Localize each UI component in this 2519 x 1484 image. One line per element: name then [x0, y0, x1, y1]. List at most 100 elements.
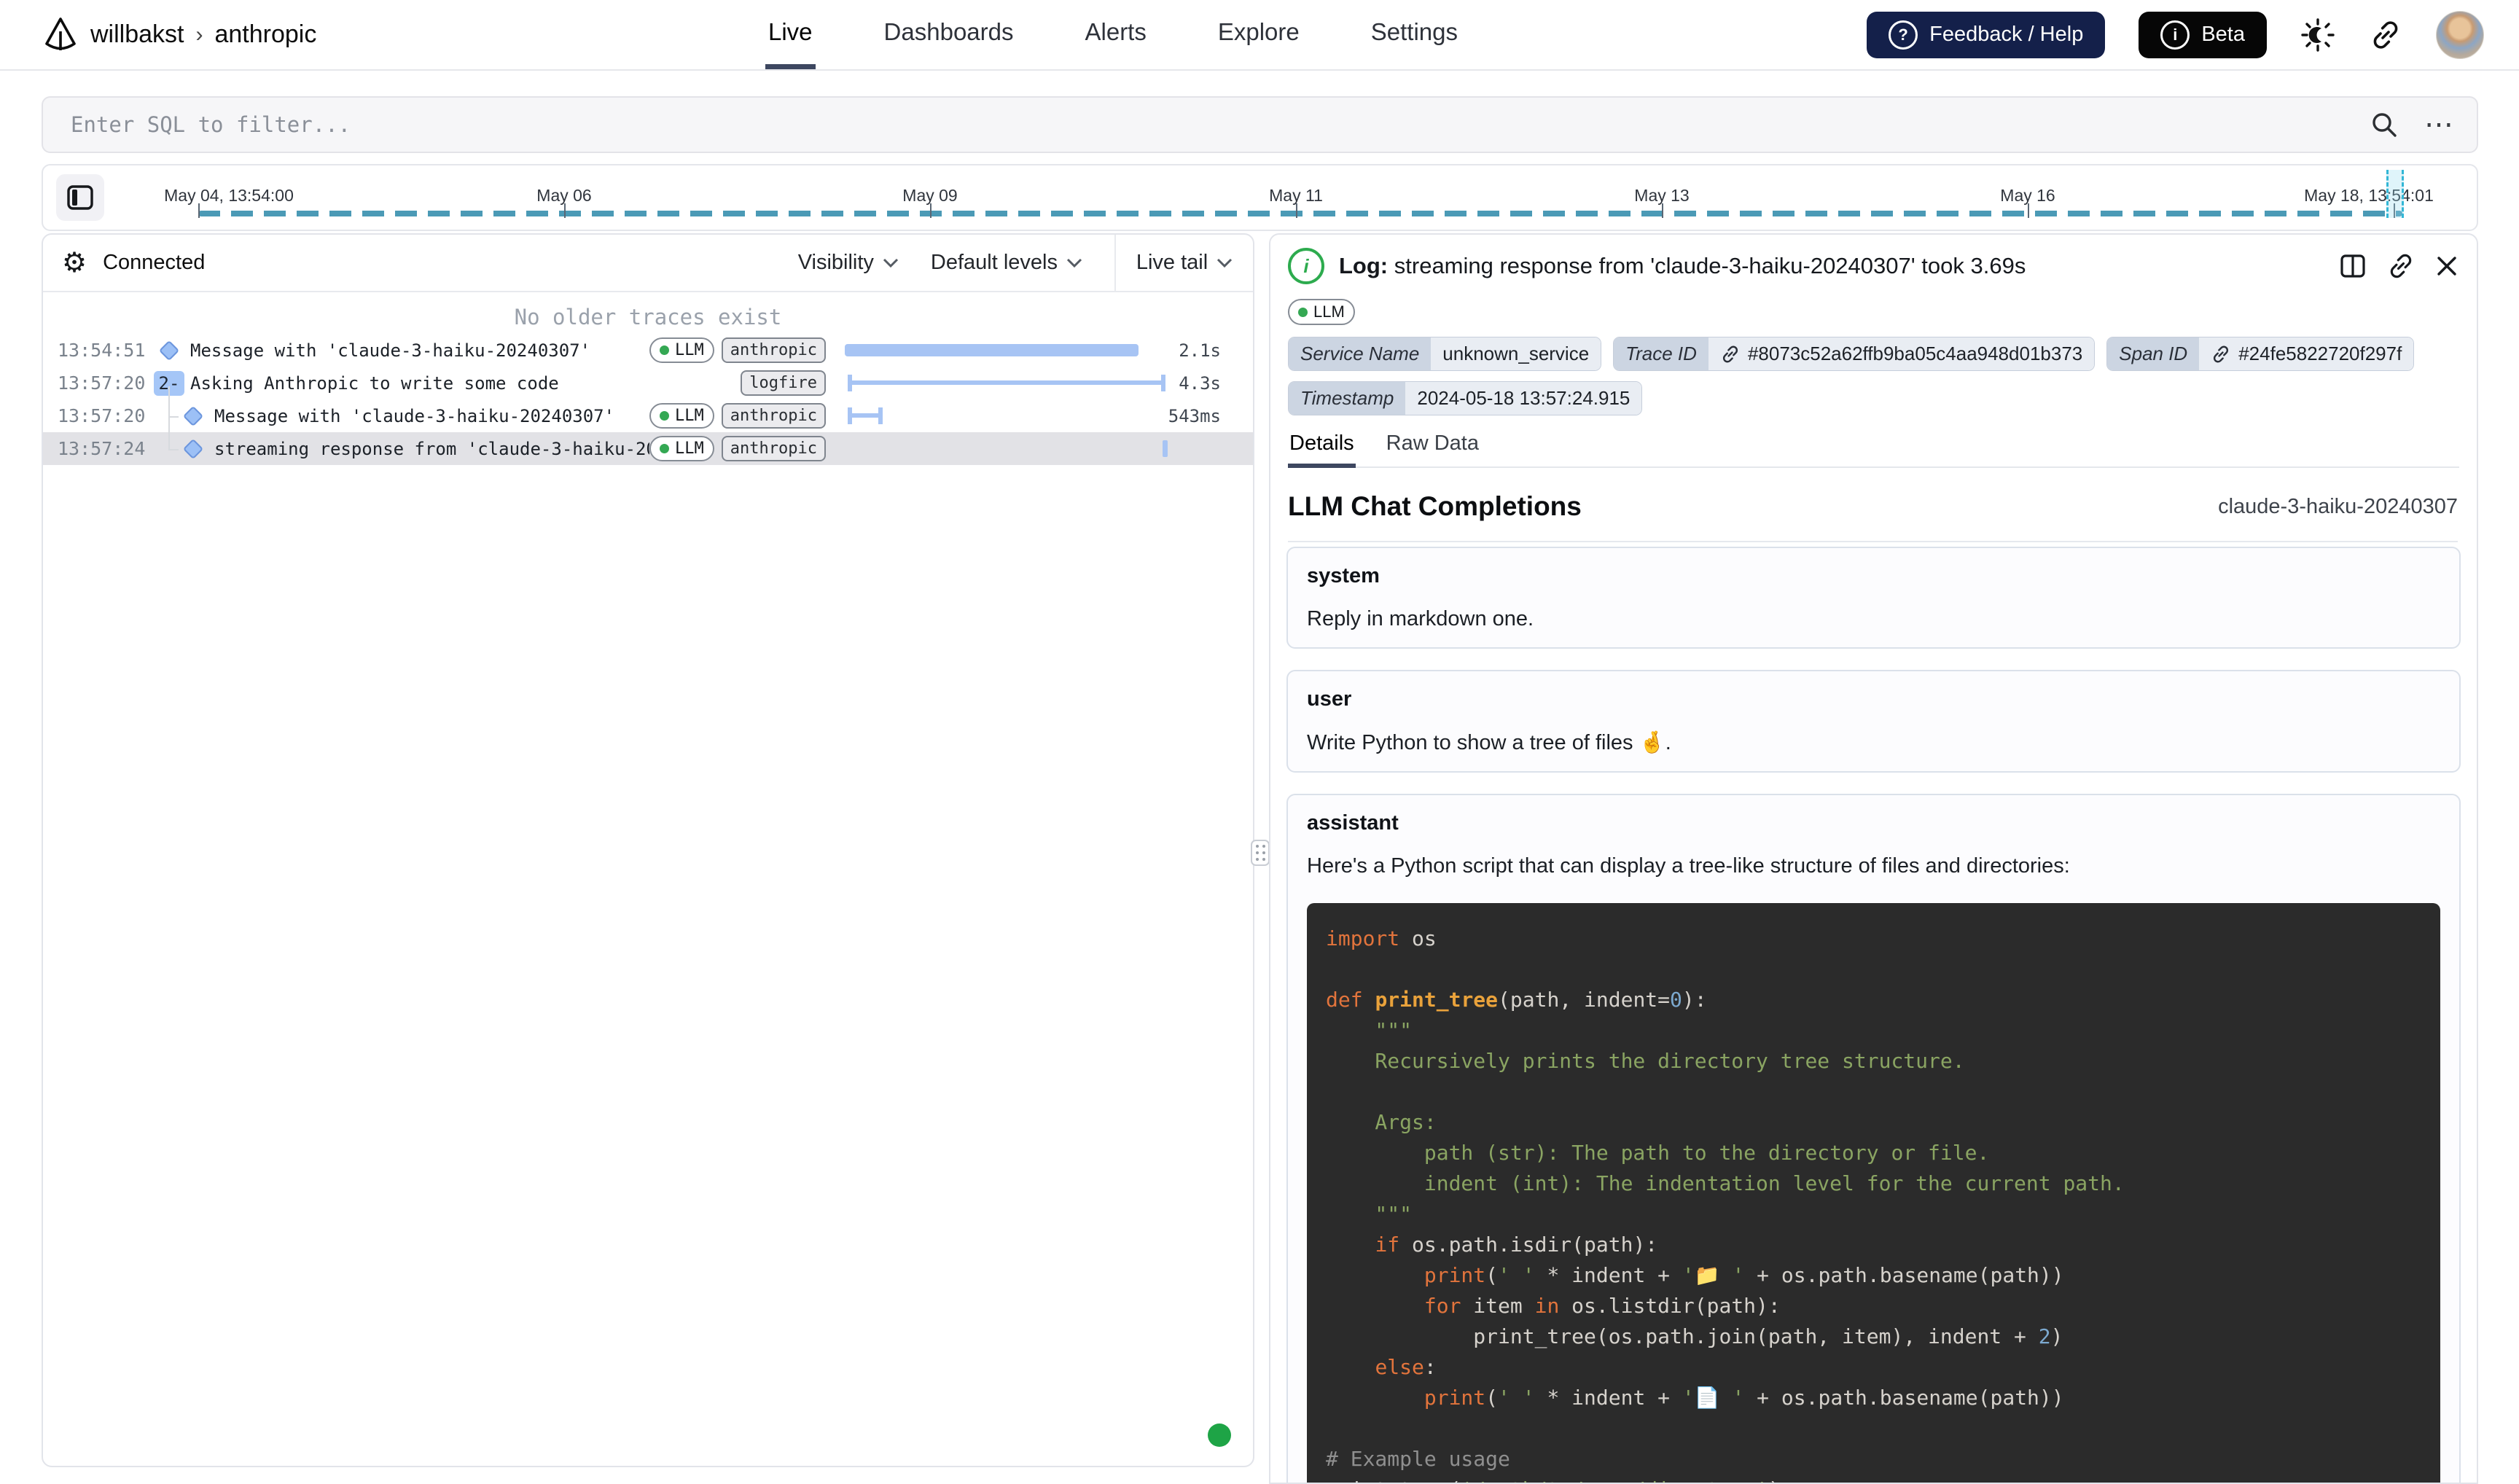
tab-explore[interactable]: Explore [1215, 0, 1303, 69]
sql-filter-placeholder: Enter SQL to filter... [71, 112, 351, 137]
timeline-tick [930, 203, 932, 218]
question-icon: ? [1889, 20, 1918, 50]
trace-row[interactable]: 13:57:24streaming response from 'claude-… [43, 432, 1253, 465]
tag-badge-anthropic: anthropic [722, 337, 826, 363]
attribute-pill-service-name: Service Nameunknown_service [1288, 337, 1601, 371]
search-icon[interactable] [2369, 109, 2399, 140]
timeline-track[interactable]: May 04, 13:54:00May 06May 09May 11May 13… [43, 165, 2477, 230]
code-line: Recursively prints the directory tree st… [1326, 1046, 2421, 1077]
code-line: print(' ' * indent + '📄 ' + os.path.base… [1326, 1383, 2421, 1413]
timeline-card: May 04, 13:54:00May 06May 09May 11May 13… [42, 164, 2478, 231]
tab-alerts[interactable]: Alerts [1082, 0, 1149, 69]
more-options-icon[interactable]: ⋯ [2424, 117, 2455, 132]
trace-duration: 543ms [1168, 399, 1221, 432]
message-content: Write Python to show a tree of files 🤞. [1307, 730, 2440, 755]
trace-tree-stub [168, 449, 179, 450]
trace-row[interactable]: 13:57:202-Asking Anthropic to write some… [43, 367, 1253, 399]
default-levels-dropdown[interactable]: Default levels [931, 251, 1082, 275]
timeline-tick [564, 203, 566, 218]
close-icon[interactable] [2434, 254, 2459, 278]
trace-time: 13:57:20 [58, 405, 152, 426]
code-line: Args: [1326, 1107, 2421, 1138]
reader-view-icon[interactable] [2338, 251, 2367, 281]
panel-resize-handle[interactable] [1251, 840, 1270, 866]
code-line: def print_tree(path, indent=0): [1326, 985, 2421, 1015]
green-dot-icon [660, 444, 669, 453]
attribute-value[interactable]: #24fe5822720f297f [2199, 337, 2413, 370]
visibility-dropdown[interactable]: Visibility [798, 251, 899, 275]
code-line: indent (int): The indentation level for … [1326, 1168, 2421, 1199]
llm-tag-badge: LLM [649, 337, 714, 363]
trace-duration: 2.1s [1179, 334, 1221, 367]
tab-live[interactable]: Live [765, 0, 816, 69]
trace-time: 13:57:20 [58, 372, 152, 394]
log-header: i Log: streaming response from 'claude-3… [1288, 248, 2459, 284]
message-content: Reply in markdown one. [1307, 607, 2440, 631]
trace-row[interactable]: 13:54:51 Message with 'claude-3-haiku-202… [43, 334, 1253, 367]
span-diamond-icon [183, 405, 203, 426]
log-title: Log: streaming response from 'claude-3-h… [1339, 253, 2026, 279]
beta-button[interactable]: i Beta [2139, 12, 2267, 58]
feedback-help-button[interactable]: ? Feedback / Help [1867, 12, 2105, 58]
log-level-info-icon: i [1288, 248, 1324, 284]
attribute-label: Timestamp [1289, 382, 1405, 415]
trace-list-panel: ⚙ Connected Visibility Default levels Li… [42, 233, 1254, 1467]
attribute-value[interactable]: #8073c52a62ffb9ba05c4aa948d01b373 [1708, 337, 2094, 370]
detail-tab-raw-data[interactable]: Raw Data [1385, 431, 1480, 468]
trace-title: Message with 'claude-3-haiku-20240307' [190, 340, 700, 361]
tag-badge-anthropic: anthropic [722, 436, 826, 461]
green-dot-icon [660, 345, 669, 355]
trace-row[interactable]: 13:57:20 Message with 'claude-3-haiku-202… [43, 399, 1253, 432]
attribute-value: 2024-05-18 13:57:24.915 [1405, 382, 1641, 415]
code-line: if os.path.isdir(path): [1326, 1230, 2421, 1260]
code-line: """ [1326, 1199, 2421, 1230]
timeline-tick [1296, 203, 1297, 218]
breadcrumb-project[interactable]: anthropic [214, 20, 316, 49]
timeline-label: May 06 [536, 186, 591, 206]
timeline-selection[interactable] [2386, 170, 2404, 218]
detail-tab-details[interactable]: Details [1288, 431, 1356, 468]
breadcrumb-org[interactable]: willbakst [90, 20, 184, 49]
timeline-tick [1662, 203, 1663, 218]
attribute-pill-timestamp: Timestamp2024-05-18 13:57:24.915 [1288, 381, 1642, 415]
gear-icon[interactable]: ⚙ [62, 249, 87, 277]
attribute-label: Span ID [2107, 337, 2199, 370]
trace-duration-bar-zone [845, 367, 1171, 399]
code-line [1326, 1413, 2421, 1444]
duration-tick [1163, 440, 1168, 457]
duration-span-bar [848, 375, 1165, 391]
tab-dashboards[interactable]: Dashboards [881, 0, 1017, 69]
chat-message-assistant: assistant Here's a Python script that can… [1286, 794, 2461, 1484]
code-line [1326, 954, 2421, 985]
log-attributes: Service Nameunknown_serviceTrace ID#8073… [1288, 337, 2459, 415]
live-tail-dropdown[interactable]: Live tail [1136, 251, 1233, 275]
feedback-help-label: Feedback / Help [1929, 23, 2083, 47]
theme-toggle-icon[interactable] [2300, 17, 2335, 52]
message-content: Here's a Python script that can display … [1307, 854, 2440, 878]
code-line: print(' ' * indent + '📁 ' + os.path.base… [1326, 1260, 2421, 1291]
copy-link-icon[interactable] [2386, 251, 2415, 281]
breadcrumb: willbakst › anthropic [44, 0, 316, 69]
span-diamond-icon [183, 438, 203, 458]
timeline-dashed-line [198, 211, 2402, 216]
link-icon [1720, 344, 1741, 364]
attribute-value: unknown_service [1431, 337, 1601, 370]
chat-message-system: systemReply in markdown one. [1286, 547, 2461, 649]
tab-settings[interactable]: Settings [1368, 0, 1461, 69]
chevron-down-icon [1216, 258, 1233, 268]
trace-duration-bar-zone [845, 432, 1171, 465]
log-detail-panel: i Log: streaming response from 'claude-3… [1269, 233, 2478, 1484]
llm-tag-badge: LLM [649, 436, 714, 461]
user-avatar[interactable] [2436, 11, 2484, 59]
sql-filter-input[interactable]: Enter SQL to filter... ⋯ [42, 96, 2478, 153]
timeline-label: May 04, 13:54:00 [164, 186, 294, 206]
timeline-tick [198, 203, 200, 218]
trace-title: Message with 'claude-3-haiku-20240307' [214, 406, 695, 426]
message-role: assistant [1307, 811, 2440, 835]
tag-badge-logfire: logfire [741, 370, 826, 396]
code-line: # Example usage [1326, 1444, 2421, 1475]
timeline-label: May 16 [2000, 186, 2055, 206]
share-link-icon[interactable] [2369, 18, 2402, 52]
trace-time: 13:54:51 [58, 340, 152, 361]
code-line: else: [1326, 1352, 2421, 1383]
